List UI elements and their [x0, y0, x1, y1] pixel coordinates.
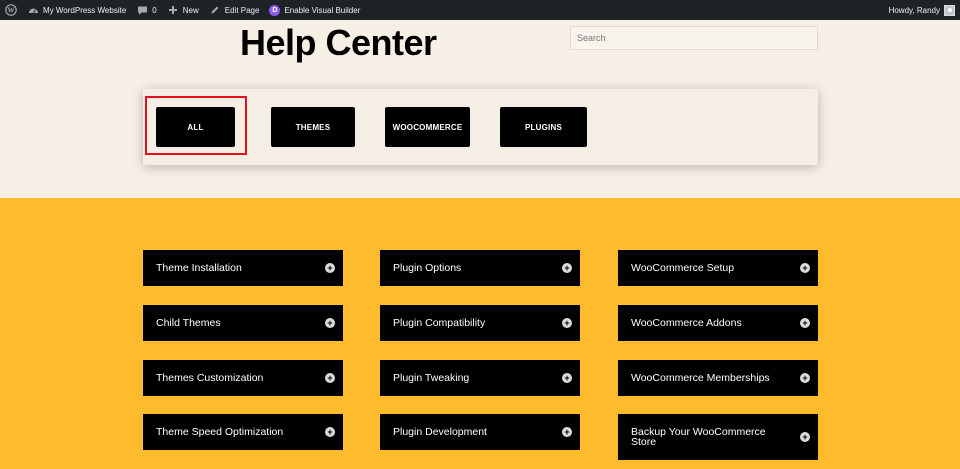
filter-plugins-button[interactable]: PLUGINS: [500, 107, 587, 147]
topic-label: Child Themes: [156, 317, 221, 329]
site-name-label: My WordPress Website: [43, 5, 127, 15]
topic-backup-woocommerce-store[interactable]: Backup Your WooCommerce Store +: [618, 414, 818, 460]
topic-woocommerce-memberships[interactable]: WooCommerce Memberships +: [618, 360, 818, 396]
topic-theme-speed-optimization[interactable]: Theme Speed Optimization +: [143, 414, 343, 450]
topic-theme-installation[interactable]: Theme Installation +: [143, 250, 343, 286]
topic-label: Plugin Options: [393, 262, 462, 274]
svg-text:W: W: [8, 7, 15, 15]
topic-label: Themes Customization: [156, 372, 264, 384]
expand-plus-icon: +: [325, 373, 335, 383]
expand-plus-icon: +: [325, 318, 335, 328]
topic-plugin-development[interactable]: Plugin Development +: [380, 414, 580, 450]
wordpress-menu[interactable]: W: [0, 0, 22, 20]
filter-themes-button[interactable]: THEMES: [271, 107, 355, 147]
visual-builder-label: Enable Visual Builder: [284, 5, 361, 15]
topic-plugin-compatibility[interactable]: Plugin Compatibility +: [380, 305, 580, 341]
expand-plus-icon: +: [562, 318, 572, 328]
expand-plus-icon: +: [800, 432, 810, 442]
avatar: [944, 4, 955, 16]
user-account-menu[interactable]: Howdy, Randy: [884, 0, 960, 20]
expand-plus-icon: +: [325, 263, 335, 273]
wordpress-icon: W: [5, 4, 17, 16]
expand-plus-icon: +: [800, 263, 810, 273]
new-label: New: [182, 5, 199, 15]
edit-page-link[interactable]: Edit Page: [204, 0, 265, 20]
topic-label: WooCommerce Memberships: [631, 372, 770, 384]
new-content-link[interactable]: New: [162, 0, 204, 20]
pencil-icon: [209, 4, 221, 16]
topic-woocommerce-addons[interactable]: WooCommerce Addons +: [618, 305, 818, 341]
topic-label: Theme Installation: [156, 262, 242, 274]
comments-link[interactable]: 0: [131, 0, 161, 20]
wp-admin-bar: W My WordPress Website 0 New Edit Page D…: [0, 0, 960, 20]
topic-plugin-options[interactable]: Plugin Options +: [380, 250, 580, 286]
dashboard-icon: [27, 4, 39, 16]
topic-label: Plugin Tweaking: [393, 372, 470, 384]
visual-builder-link[interactable]: D Enable Visual Builder: [264, 0, 365, 20]
edit-page-label: Edit Page: [224, 5, 260, 15]
filter-woocommerce-button[interactable]: WOOCOMMERCE: [385, 107, 470, 147]
topic-label: Backup Your WooCommerce Store: [631, 426, 766, 448]
site-name-link[interactable]: My WordPress Website: [22, 0, 131, 20]
expand-plus-icon: +: [800, 373, 810, 383]
expand-plus-icon: +: [562, 373, 572, 383]
howdy-label: Howdy, Randy: [888, 5, 940, 15]
expand-plus-icon: +: [325, 427, 335, 437]
topic-themes-customization[interactable]: Themes Customization +: [143, 360, 343, 396]
topic-label: WooCommerce Addons: [631, 317, 742, 329]
comments-count: 0: [152, 5, 157, 15]
topic-woocommerce-setup[interactable]: WooCommerce Setup +: [618, 250, 818, 286]
topic-label: WooCommerce Setup: [631, 262, 735, 274]
topic-label: Plugin Compatibility: [393, 317, 486, 329]
selection-highlight: [145, 96, 247, 155]
expand-plus-icon: +: [800, 318, 810, 328]
topic-child-themes[interactable]: Child Themes +: [143, 305, 343, 341]
topic-label: Plugin Development: [393, 426, 487, 438]
divi-icon: D: [269, 4, 281, 16]
page-title: Help Center: [240, 22, 437, 63]
comment-icon: [136, 4, 148, 16]
expand-plus-icon: +: [562, 263, 572, 273]
plus-icon: [167, 4, 179, 16]
expand-plus-icon: +: [562, 427, 572, 437]
topic-plugin-tweaking[interactable]: Plugin Tweaking +: [380, 360, 580, 396]
topic-label: Theme Speed Optimization: [156, 426, 284, 438]
search-input[interactable]: [570, 26, 818, 50]
